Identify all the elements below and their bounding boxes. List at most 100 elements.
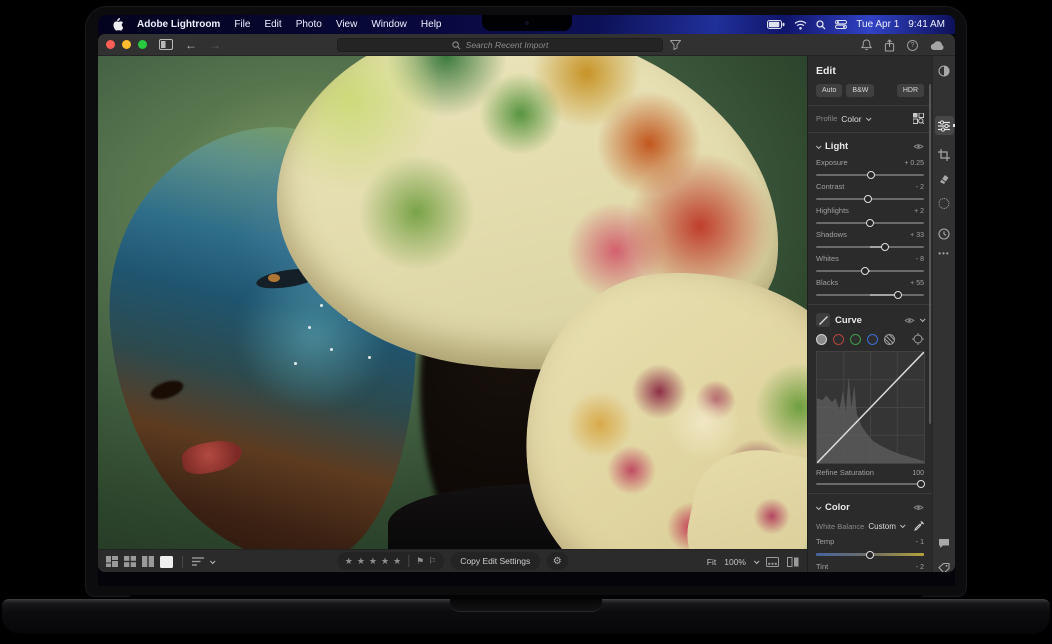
curve-channel-all[interactable] [816,334,827,345]
auto-button[interactable]: Auto [816,84,842,97]
photo-grid-view-icon[interactable] [106,556,118,567]
healing-icon[interactable] [938,173,950,185]
search-input[interactable]: Search Recent Import [337,38,663,52]
crop-icon[interactable] [938,149,950,161]
slider-track[interactable] [816,246,924,248]
fit-label[interactable]: Fit [707,557,716,567]
menubar-date[interactable]: Tue Apr 1 [856,19,899,30]
slider-track[interactable] [816,174,924,176]
slider-knob[interactable] [917,480,925,488]
profile-dropdown[interactable]: Color [841,114,861,124]
pick-flag-icon[interactable]: ⚑ [416,557,424,566]
star-rating-5[interactable]: ★ [393,557,401,566]
color-section-header[interactable]: Color [816,502,924,513]
more-tools-icon[interactable]: ••• [938,249,949,258]
slider-track[interactable] [816,198,924,200]
panel-scrollbar[interactable] [929,84,931,424]
comments-icon[interactable] [938,538,950,549]
curve-channel-red[interactable] [833,334,844,345]
settings-gear-icon[interactable]: ⚙ [546,552,568,570]
menu-app-name[interactable]: Adobe Lightroom [137,19,220,30]
sidebar-toggle-icon[interactable] [159,39,173,50]
camera-icon [525,21,529,25]
menu-photo[interactable]: Photo [296,19,322,30]
battery-icon[interactable] [767,20,785,29]
lightroom-window: ← → Search Recent Import ? [98,34,955,572]
copy-edit-settings-button[interactable]: Copy Edit Settings [450,552,540,570]
presets-icon[interactable] [938,65,950,77]
tone-curve-graph[interactable] [816,351,925,464]
browse-profiles-icon[interactable] [913,113,924,124]
minimize-button[interactable] [122,40,131,49]
sort-icon[interactable] [192,557,204,566]
close-button[interactable] [106,40,115,49]
zoom-chevron-icon[interactable] [754,558,760,564]
detail-view-icon[interactable] [160,556,173,568]
apple-menu[interactable] [112,18,123,31]
slider-knob[interactable] [867,171,875,179]
hdr-button[interactable]: HDR [897,84,924,97]
slider-track[interactable] [816,270,924,272]
refine-saturation-track[interactable] [816,483,924,485]
help-icon[interactable]: ? [907,40,918,51]
masking-icon[interactable] [939,198,950,209]
white-balance-chevron-icon[interactable] [900,522,906,528]
curve-chevron-icon[interactable] [920,316,926,322]
before-after-icon[interactable] [787,557,799,567]
curve-channel-parametric[interactable] [884,334,895,345]
tone-curve-icon [816,313,830,327]
light-section-header[interactable]: Light [816,141,924,152]
menu-help[interactable]: Help [421,19,442,30]
notifications-bell-icon[interactable] [861,39,872,51]
versions-history-icon[interactable] [938,228,950,240]
slider-knob[interactable] [881,243,889,251]
menu-file[interactable]: File [234,19,250,30]
curve-visibility-eye-icon[interactable] [904,317,915,324]
reject-flag-icon[interactable]: ⚐ [428,557,436,566]
photo-canvas[interactable] [98,56,807,549]
profile-chevron-icon[interactable] [865,115,871,121]
wifi-icon[interactable] [794,20,807,30]
compare-view-icon[interactable] [142,556,154,567]
white-balance-label: White Balance [816,522,864,531]
grid-overlay-icon[interactable] [766,557,779,567]
share-icon[interactable] [884,39,895,52]
sort-chevron-icon[interactable] [210,558,216,564]
menu-window[interactable]: Window [371,19,407,30]
white-balance-dropdown[interactable]: Custom [868,522,896,531]
filter-icon[interactable] [670,40,681,50]
slider-knob[interactable] [866,551,874,559]
back-arrow-icon[interactable]: ← [185,39,197,51]
slider-knob[interactable] [866,219,874,227]
star-rating-1[interactable]: ★ [345,557,353,566]
temp-slider-track[interactable] [816,553,924,556]
slider-track[interactable] [816,294,924,296]
zoom-level[interactable]: 100% [724,557,746,567]
edit-sliders-icon[interactable] [938,120,950,132]
slider-knob[interactable] [894,291,902,299]
keywords-tag-icon[interactable] [938,563,950,572]
square-grid-view-icon[interactable] [124,556,136,567]
curve-channel-green[interactable] [850,334,861,345]
curve-channel-blue[interactable] [867,334,878,345]
slider-track[interactable] [816,222,924,224]
cloud-sync-icon[interactable] [930,40,945,51]
eyedropper-icon[interactable] [914,521,924,531]
menu-edit[interactable]: Edit [264,19,281,30]
light-visibility-eye-icon[interactable] [913,143,924,150]
star-rating-4[interactable]: ★ [381,557,389,566]
menu-view[interactable]: View [336,19,358,30]
curve-section-header[interactable]: Curve [816,313,924,327]
color-visibility-eye-icon[interactable] [913,504,924,511]
control-center-icon[interactable] [835,20,847,29]
zoom-button[interactable] [138,40,147,49]
star-rating-2[interactable]: ★ [357,557,365,566]
star-rating-3[interactable]: ★ [369,557,377,566]
forward-arrow-icon[interactable]: → [209,39,221,51]
menubar-time[interactable]: 9:41 AM [908,19,945,30]
slider-knob[interactable] [864,195,872,203]
slider-knob[interactable] [861,267,869,275]
spotlight-icon[interactable] [816,20,826,30]
curve-targeted-adjust-icon[interactable] [912,333,924,345]
bw-button[interactable]: B&W [846,84,874,97]
